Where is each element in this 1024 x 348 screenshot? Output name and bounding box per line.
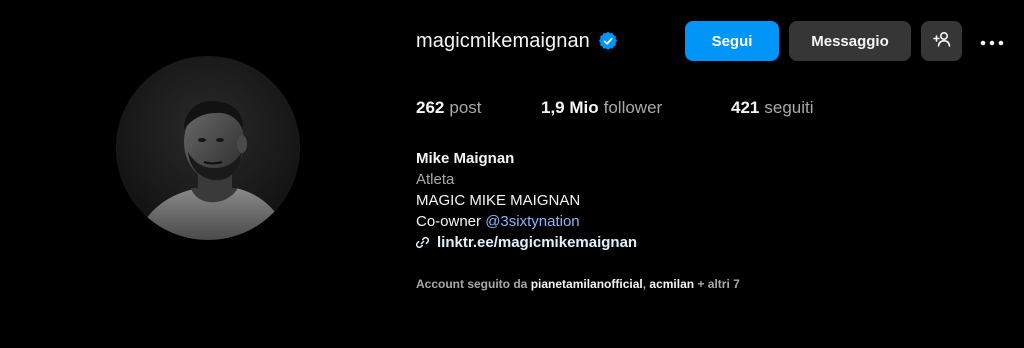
username: magicmikemaignan (416, 29, 590, 52)
bio-line-1: MAGIC MIKE MAIGNAN (416, 192, 581, 209)
followers-label: follower (603, 98, 663, 117)
bio-line-2: Co-owner @3sixtynation (416, 211, 637, 232)
followers-count: 1,9 Mio (541, 98, 599, 117)
followed-by-account-1[interactable]: pianetamilanofficial (531, 277, 643, 291)
profile-bio: Mike Maignan Atleta MAGIC MIKE MAIGNAN C… (416, 148, 637, 253)
category-label: Atleta (416, 171, 455, 188)
profile-header: magicmikemaignan (416, 21, 618, 61)
profile-stats: 262 post 1,9 Mio follower 421 seguiti (416, 98, 814, 118)
mention-link[interactable]: @3sixtynation (485, 213, 579, 230)
person-add-icon (932, 31, 951, 51)
link-text: linktr.ee/magicmikemaignan (437, 234, 638, 251)
followed-by[interactable]: Account seguito da pianetamilanofficial,… (416, 277, 740, 291)
profile-avatar[interactable] (116, 56, 300, 240)
bio-line-2-prefix: Co-owner (416, 213, 482, 230)
full-name: Mike Maignan (416, 150, 515, 167)
posts-stat: 262 post (416, 98, 541, 118)
followed-by-separator: , (642, 277, 647, 291)
more-horizontal-icon (980, 33, 1004, 51)
verified-badge-icon (598, 31, 618, 51)
posts-count: 262 (416, 98, 445, 117)
followed-by-prefix: Account seguito da (416, 277, 528, 291)
followed-by-account-2[interactable]: acmilan (649, 277, 694, 291)
following-label: seguiti (764, 98, 814, 117)
message-button[interactable]: Messaggio (789, 21, 911, 61)
suggested-accounts-button[interactable] (921, 21, 962, 61)
following-stat[interactable]: 421 seguiti (731, 98, 814, 118)
avatar-photo (116, 56, 300, 240)
more-options-button[interactable] (976, 26, 1008, 58)
following-count: 421 (731, 98, 760, 117)
link-icon (416, 236, 429, 249)
external-link[interactable]: linktr.ee/magicmikemaignan (416, 232, 637, 253)
posts-label: post (449, 98, 482, 117)
followed-by-suffix: + altri 7 (697, 277, 740, 291)
follow-button[interactable]: Segui (685, 21, 779, 61)
followers-stat[interactable]: 1,9 Mio follower (541, 98, 731, 118)
profile-page: magicmikemaignan Segui Messaggio 262 pos… (0, 0, 1024, 348)
